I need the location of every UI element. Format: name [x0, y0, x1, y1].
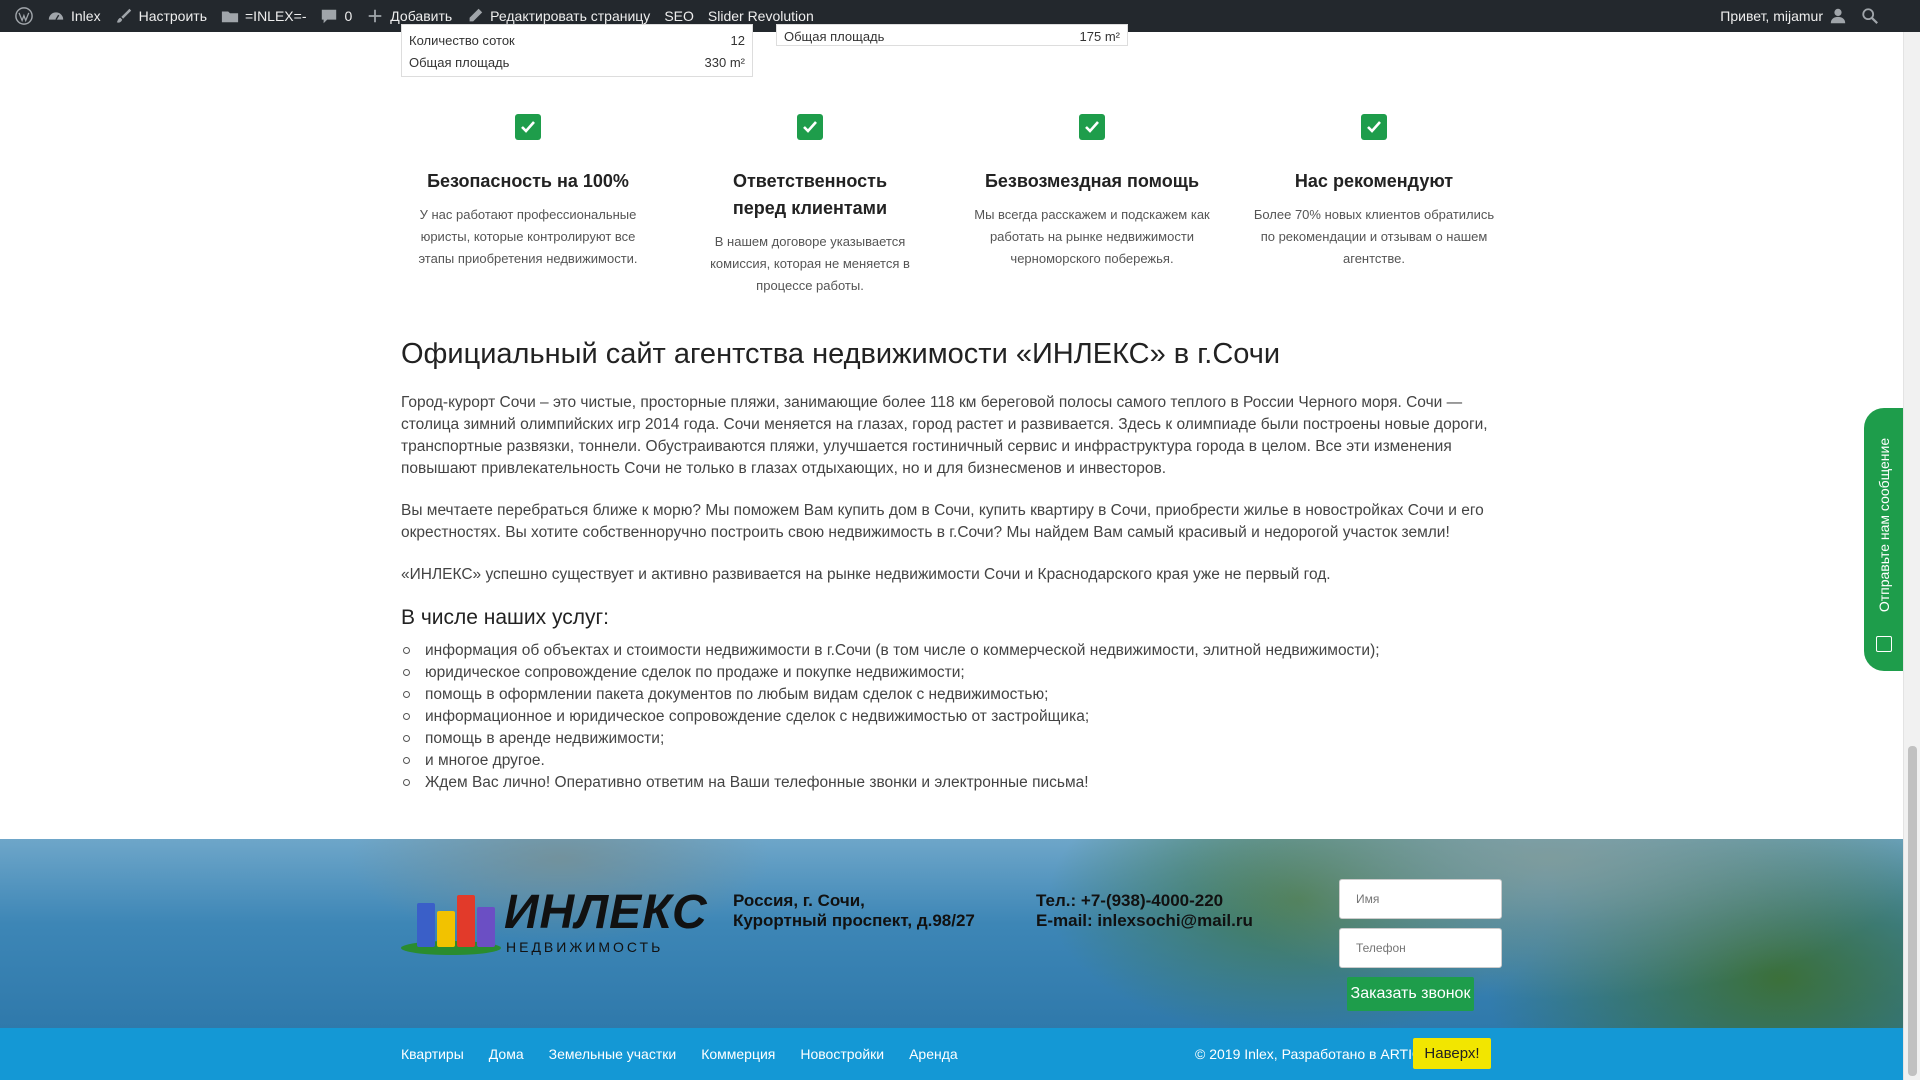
admin-comments-count: 0 — [344, 8, 353, 24]
feature-text: Мы всегда расскажем и подскажем как рабо… — [974, 207, 1210, 266]
list-item: Ждем Вас лично! Оперативно ответим на Ва… — [401, 772, 1491, 794]
feature-title: Ответственность перед клиентами — [732, 171, 888, 218]
admin-search-button[interactable] — [1854, 0, 1886, 32]
scrollbar[interactable] — [1903, 32, 1920, 1080]
wordpress-logo-icon[interactable] — [8, 0, 40, 32]
property-row: Количество соток 12 — [402, 29, 752, 51]
list-item: информация об объектах и стоимости недви… — [401, 640, 1491, 662]
admin-comments-link[interactable]: 0 — [313, 0, 359, 32]
article-paragraph: Вы мечтаете перебраться ближе к морю? Мы… — [401, 502, 1484, 541]
property-value: 330 m² — [704, 54, 745, 70]
logo-subtitle: НЕДВИЖИМОСТЬ — [506, 939, 664, 955]
feature-free-help: Безвозмездная помощь Мы всегда расскажем… — [967, 114, 1217, 270]
article-paragraph: Город-курорт Сочи – это чистые, просторн… — [401, 394, 1488, 477]
logo-building-shape — [457, 895, 475, 947]
admin-slider-label: Slider Revolution — [707, 8, 814, 24]
footer-contacts: Тел.: +7-(938)-4000-220 E-mail: inlexsoc… — [1036, 891, 1253, 931]
admin-folder-link[interactable]: =INLEX=- — [214, 0, 313, 32]
article-paragraph: «ИНЛЕКС» успешно существует и активно ра… — [401, 566, 1331, 583]
brush-icon — [116, 8, 131, 23]
inlex-logo[interactable]: ИНЛЕКС НЕДВИЖИМОСТЬ — [401, 885, 707, 955]
property-label: Общая площадь — [784, 28, 885, 44]
admin-edit-page-label: Редактировать страницу — [490, 8, 651, 24]
scroll-to-top-button[interactable]: Наверх! — [1413, 1038, 1491, 1069]
send-message-tab[interactable]: Отправьте нам сообщение — [1864, 408, 1904, 671]
address-line: Россия, г. Сочи, — [733, 891, 865, 910]
list-item: помощь в оформлении пакета документов по… — [401, 684, 1491, 706]
footer-menu-rent[interactable]: Аренда — [909, 1046, 958, 1062]
footer-menu-land[interactable]: Земельные участки — [549, 1046, 677, 1062]
admin-site-link[interactable]: Inlex — [40, 0, 108, 32]
logo-building-shape — [437, 911, 455, 947]
search-icon — [1862, 8, 1878, 24]
send-message-label: Отправьте нам сообщение — [1876, 437, 1893, 613]
list-item: юридическое сопровождение сделок по прод… — [401, 662, 1491, 684]
article: Официальный сайт агентства недвижимости … — [401, 334, 1491, 794]
feature-title: Нас рекомендуют — [1294, 171, 1454, 191]
admin-customize-label: Настроить — [138, 8, 207, 24]
footer-email[interactable]: E-mail: inlexsochi@mail.ru — [1036, 911, 1253, 931]
admin-add-new-label: Добавить — [390, 8, 453, 24]
admin-seo-label: SEO — [664, 8, 694, 24]
admin-account-link[interactable]: Привет, mijamur — [1713, 0, 1854, 32]
logo-text: ИНЛЕКС — [504, 886, 708, 939]
footer: ИНЛЕКС НЕДВИЖИМОСТЬ Россия, г. Сочи, Кур… — [0, 839, 1903, 1028]
footer-menu-apartments[interactable]: Квартиры — [401, 1046, 464, 1062]
admin-folder-label: =INLEX=- — [245, 8, 307, 24]
property-value: 12 — [730, 32, 745, 48]
list-item: и многое другое. — [401, 750, 1491, 772]
property-table-1: Количество соток 12 Общая площадь 330 m² — [401, 24, 753, 77]
order-call-button[interactable]: Заказать звонок — [1347, 977, 1474, 1011]
list-item: информационное и юридическое сопровожден… — [401, 706, 1491, 728]
footer-menu: Квартиры Дома Земельные участки Коммерци… — [401, 1028, 958, 1080]
pencil-icon — [469, 8, 483, 22]
feature-recommended: Нас рекомендуют Более 70% новых клиентов… — [1249, 114, 1499, 270]
services-list: информация об объектах и стоимости недви… — [401, 640, 1491, 794]
property-value: 175 m² — [1079, 28, 1120, 44]
callback-phone-input[interactable] — [1339, 928, 1502, 968]
folder-icon — [221, 11, 239, 23]
checkmark-icon — [797, 114, 823, 140]
feature-safety: Безопасность на 100% У нас работают проф… — [403, 114, 653, 270]
property-row: Общая площадь 175 m² — [777, 25, 1127, 47]
feature-title: Безопасность на 100% — [427, 171, 629, 191]
message-icon — [1876, 636, 1892, 652]
dashboard-icon — [48, 12, 64, 20]
callback-name-input[interactable] — [1339, 879, 1502, 919]
property-row: Общая площадь 330 m² — [402, 51, 752, 73]
scrollbar-thumb[interactable] — [1908, 746, 1917, 1076]
list-item: помощь в аренде недвижимости; — [401, 728, 1491, 750]
copyright: © 2019 Inlex, Разработано в ARTIQA — [1195, 1046, 1433, 1062]
article-title: Официальный сайт агентства недвижимости … — [401, 338, 1281, 370]
feature-responsibility: Ответственность перед клиентами В нашем … — [685, 114, 935, 297]
comment-icon — [322, 9, 337, 24]
footer-address: Россия, г. Сочи, Курортный проспект, д.9… — [733, 891, 975, 931]
footer-phone[interactable]: Тел.: +7-(938)-4000-220 — [1036, 891, 1253, 911]
feature-title: Безвозмездная помощь — [984, 171, 1200, 191]
footer-menu-new-buildings[interactable]: Новостройки — [800, 1046, 884, 1062]
plus-icon — [368, 9, 382, 23]
checkmark-icon — [515, 114, 541, 140]
logo-building-shape — [417, 903, 435, 947]
property-label: Количество соток — [409, 32, 515, 48]
admin-customize-link[interactable]: Настроить — [108, 0, 214, 32]
bottom-bar: Квартиры Дома Земельные участки Коммерци… — [0, 1028, 1903, 1080]
feature-text: Более 70% новых клиентов обратились по р… — [1253, 207, 1495, 266]
property-table-2: Общая площадь 175 m² — [776, 24, 1128, 46]
footer-menu-commercial[interactable]: Коммерция — [701, 1046, 775, 1062]
footer-menu-houses[interactable]: Дома — [489, 1046, 524, 1062]
address-line: Курортный проспект, д.98/27 — [733, 911, 975, 930]
feature-text: У нас работают профессиональные юристы, … — [418, 207, 638, 266]
user-avatar-icon — [1830, 8, 1846, 24]
checkmark-icon — [1079, 114, 1105, 140]
checkmark-icon — [1361, 114, 1387, 140]
property-label: Общая площадь — [409, 54, 510, 70]
services-title: В числе наших услуг: — [401, 606, 609, 629]
admin-site-name: Inlex — [71, 8, 101, 24]
logo-building-shape — [477, 907, 495, 947]
admin-greeting: Привет, mijamur — [1720, 8, 1823, 24]
feature-text: В нашем договоре указывается комиссия, к… — [710, 234, 910, 293]
